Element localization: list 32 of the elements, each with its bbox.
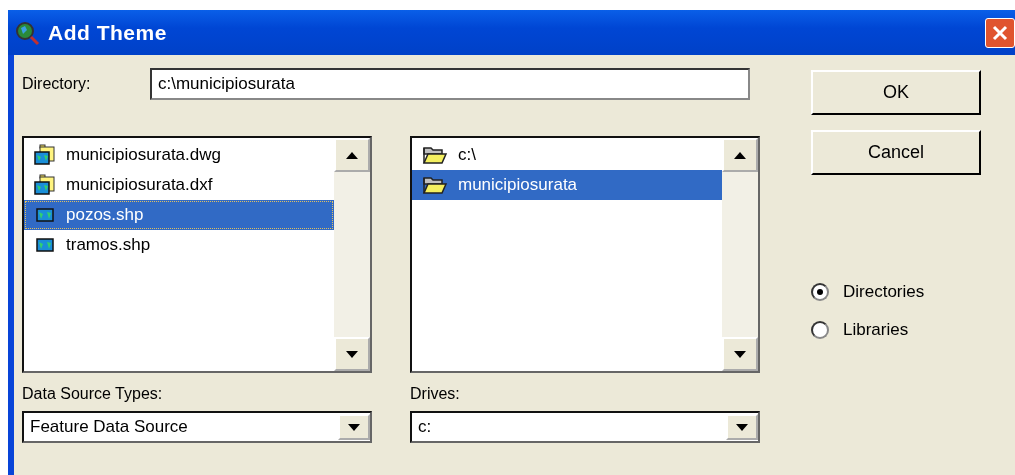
dropdown-arrow-icon xyxy=(348,423,360,431)
scrollbar[interactable] xyxy=(722,138,758,371)
open-folder-icon xyxy=(422,145,448,165)
directory-label: Directory: xyxy=(22,75,92,93)
file-item[interactable]: municipiosurata.dwg xyxy=(24,140,334,170)
file-item[interactable]: municipiosurata.dxf xyxy=(24,170,334,200)
scroll-up-icon xyxy=(346,151,358,159)
drives-dropdown[interactable]: c: xyxy=(410,411,760,443)
drives-label: Drives: xyxy=(410,385,461,403)
scroll-down-icon xyxy=(346,350,358,358)
dialog-button[interactable]: Cancel xyxy=(811,130,981,175)
dialog-button[interactable]: OK xyxy=(811,70,981,115)
folder-map-icon xyxy=(34,144,56,166)
directory-field[interactable]: c:\municipiosurata xyxy=(150,68,750,100)
folder-item[interactable]: municipiosurata xyxy=(412,170,722,200)
file-item[interactable]: pozos.shp xyxy=(24,200,334,230)
close-button[interactable] xyxy=(985,17,1015,48)
radio-option[interactable]: Libraries xyxy=(811,320,981,340)
magnifier-globe-icon xyxy=(14,19,40,46)
data-source-types-label: Data Source Types: xyxy=(22,385,164,403)
open-folder-icon xyxy=(422,175,448,195)
radio-option[interactable]: Directories xyxy=(811,282,981,302)
scroll-up-icon xyxy=(734,151,746,159)
folder-map-icon xyxy=(34,174,56,196)
file-item[interactable]: tramos.shp xyxy=(24,230,334,260)
dropdown-arrow-icon xyxy=(736,423,748,431)
scroll-down-icon xyxy=(734,350,746,358)
window-title: Add Theme xyxy=(48,20,167,45)
folder-item[interactable]: c:\ xyxy=(412,140,722,170)
data-source-types-dropdown[interactable]: Feature Data Source xyxy=(22,411,372,443)
scrollbar[interactable] xyxy=(334,138,370,371)
close-icon xyxy=(992,24,1008,41)
